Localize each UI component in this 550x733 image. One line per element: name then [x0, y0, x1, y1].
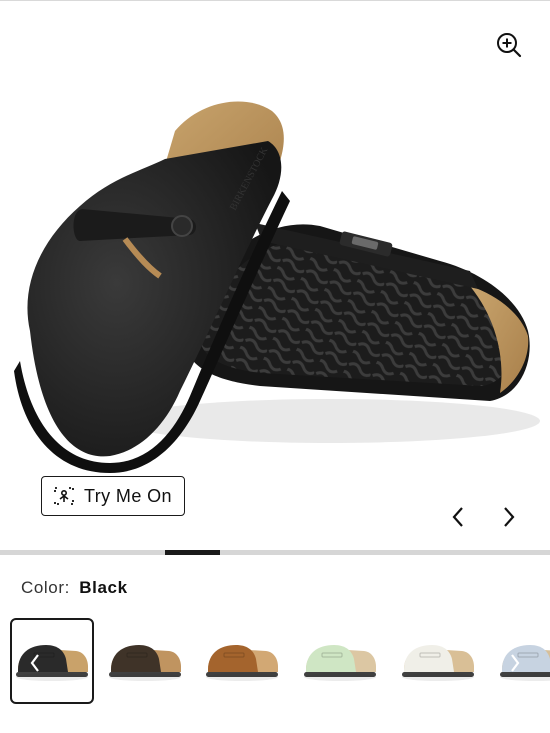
swatch-thumbnail: [304, 645, 376, 681]
product-image-black-clog: BIRKENSTOCK: [14, 101, 540, 473]
swatch-scroll-left-button[interactable]: [24, 650, 46, 676]
previous-image-button[interactable]: [443, 501, 473, 533]
try-me-on-button[interactable]: Try Me On: [41, 476, 185, 516]
try-me-on-label: Try Me On: [84, 485, 172, 506]
chevron-right-icon: [504, 507, 515, 527]
next-image-button[interactable]: [494, 501, 524, 533]
swatch-scroll-left-icon: [30, 654, 39, 672]
color-swatch-black[interactable]: [10, 618, 94, 704]
swatch-thumbnail: [206, 645, 278, 681]
swatch-thumbnail: [109, 645, 181, 681]
product-image-gallery[interactable]: BIRKENSTOCK Try Me On: [0, 1, 550, 549]
color-swatch-white[interactable]: [396, 618, 480, 704]
color-swatch-mint[interactable]: [298, 618, 382, 704]
chevron-left-icon: [452, 507, 463, 527]
gallery-scroll-thumb[interactable]: [165, 550, 220, 555]
gallery-scroll-track[interactable]: [0, 550, 550, 555]
color-swatch-dark-brown[interactable]: [103, 618, 187, 704]
color-value: Black: [79, 578, 128, 597]
zoom-button[interactable]: [493, 29, 525, 61]
color-selection-label: Color: Black: [21, 578, 128, 598]
zoom-in-icon: [497, 33, 522, 58]
color-swatch-carousel: [0, 614, 550, 710]
swatch-thumbnail: [402, 645, 474, 681]
color-swatch-mink[interactable]: [200, 618, 284, 704]
ar-scan-icon: [54, 487, 74, 505]
swatch-scroll-right-icon: [511, 654, 520, 672]
color-label: Color:: [21, 578, 70, 597]
swatch-scroll-right-button[interactable]: [504, 650, 526, 676]
